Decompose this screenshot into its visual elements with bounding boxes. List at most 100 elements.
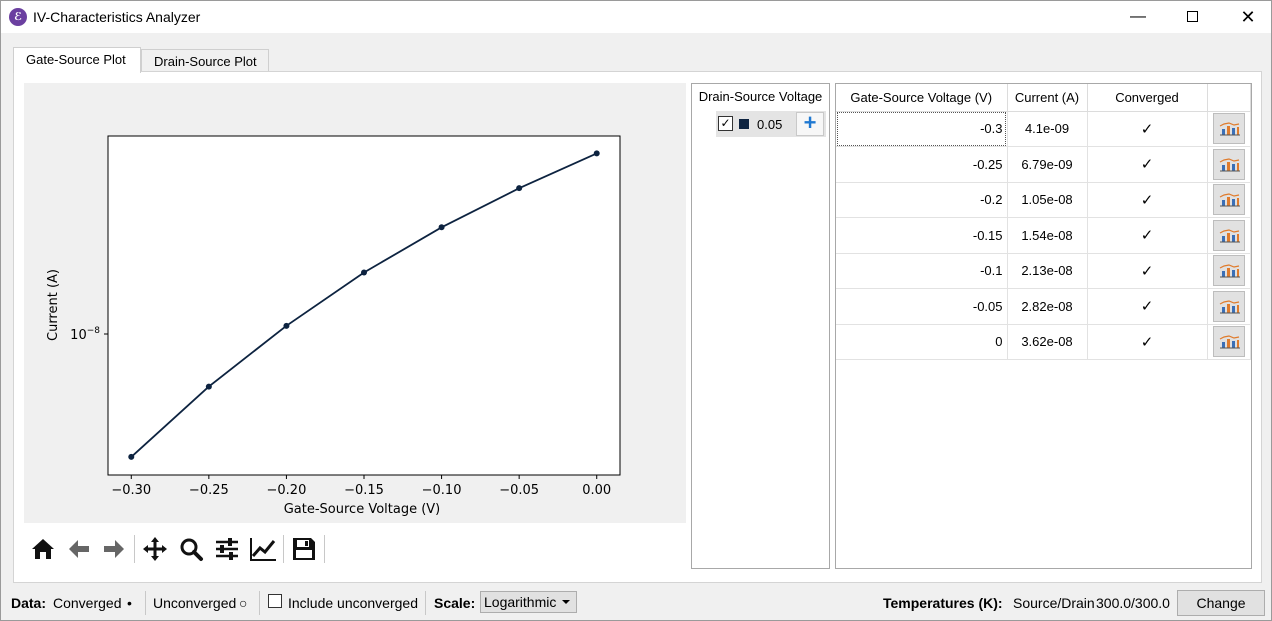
column-header-actions xyxy=(1207,84,1251,112)
data-table-panel: Gate-Source Voltage (V) Current (A) Conv… xyxy=(835,83,1252,569)
view-band-diagram-button[interactable] xyxy=(1212,326,1245,358)
cell-converged[interactable]: ✓ xyxy=(1087,182,1208,218)
column-header-gate-source-voltage[interactable]: Gate-Source Voltage (V) xyxy=(836,84,1008,112)
y-tick-exp: −8 xyxy=(87,326,101,336)
cell-gate-source-voltage[interactable]: -0.3 xyxy=(836,111,1008,147)
cell-current[interactable]: 4.1e-09 xyxy=(1007,111,1088,147)
cell-current[interactable]: 2.82e-08 xyxy=(1007,288,1088,325)
cell-gate-source-voltage[interactable]: -0.05 xyxy=(836,288,1008,325)
plot-toolbar xyxy=(24,523,686,569)
x-tick-label: −0.05 xyxy=(499,483,539,498)
data-label: Data: xyxy=(11,595,47,611)
back-button[interactable] xyxy=(64,534,94,564)
cell-gate-source-voltage[interactable]: -0.2 xyxy=(836,182,1008,218)
data-point xyxy=(593,150,600,157)
drain-source-item[interactable]: ✓ 0.05 + xyxy=(716,111,826,137)
table-row[interactable]: -0.15 1.54e-08 ✓ xyxy=(836,217,1251,254)
configure-subplots-button[interactable] xyxy=(212,534,242,564)
data-table: Gate-Source Voltage (V) Current (A) Conv… xyxy=(836,84,1251,360)
column-header-current[interactable]: Current (A) xyxy=(1007,84,1088,112)
view-band-diagram-button[interactable] xyxy=(1212,255,1245,287)
configure-subplots-icon xyxy=(216,538,238,560)
table-row[interactable]: 0 3.62e-08 ✓ xyxy=(836,324,1251,360)
cell-current[interactable]: 1.05e-08 xyxy=(1007,182,1088,218)
app-logo-icon: ℰ xyxy=(9,8,27,26)
temperatures-label: Temperatures (K): xyxy=(883,595,1003,611)
tab-gate-source-plot[interactable]: Gate-Source Plot xyxy=(13,47,141,73)
home-button[interactable] xyxy=(28,534,58,564)
cell-gate-source-voltage[interactable]: -0.1 xyxy=(836,253,1008,289)
y-axis-label: Current (A) xyxy=(46,269,61,341)
minimize-button[interactable]: — xyxy=(1115,1,1161,33)
drain-source-value: 0.05 xyxy=(757,117,783,132)
cell-converged[interactable]: ✓ xyxy=(1087,324,1208,360)
forward-button[interactable] xyxy=(99,534,129,564)
view-band-diagram-button[interactable] xyxy=(1212,113,1245,145)
close-button[interactable]: ✕ xyxy=(1225,1,1271,33)
cell-gate-source-voltage[interactable]: -0.25 xyxy=(836,146,1008,183)
drain-source-header: Drain-Source Voltage xyxy=(698,89,823,104)
include-unconverged-label[interactable]: Include unconverged xyxy=(288,595,418,611)
view-band-diagram-button[interactable] xyxy=(1212,219,1245,251)
plus-icon: + xyxy=(803,110,817,135)
tab-drain-source-plot[interactable]: Drain-Source Plot xyxy=(141,49,269,71)
cell-current[interactable]: 6.79e-09 xyxy=(1007,146,1088,183)
scale-select[interactable]: Logarithmic xyxy=(480,591,577,613)
status-separator xyxy=(425,591,426,615)
cell-gate-source-voltage[interactable]: -0.15 xyxy=(836,217,1008,254)
cell-converged[interactable]: ✓ xyxy=(1087,288,1208,325)
band-chart-icon xyxy=(1219,300,1240,314)
view-band-diagram-button[interactable] xyxy=(1212,184,1245,216)
data-point xyxy=(128,453,135,460)
zoom-button[interactable] xyxy=(176,534,206,564)
pan-button[interactable] xyxy=(140,534,170,564)
maximize-icon xyxy=(1186,11,1198,23)
cell-converged[interactable]: ✓ xyxy=(1087,217,1208,254)
column-header-converged[interactable]: Converged xyxy=(1087,84,1208,112)
table-row[interactable]: -0.1 2.13e-08 ✓ xyxy=(836,253,1251,289)
back-arrow-icon xyxy=(69,540,89,558)
include-unconverged-checkbox[interactable] xyxy=(268,594,282,608)
cell-action xyxy=(1207,253,1251,289)
chevron-down-icon xyxy=(562,600,570,604)
save-figure-button[interactable] xyxy=(289,534,319,564)
home-icon xyxy=(32,539,54,559)
app-window: ℰ IV-Characteristics Analyzer — ✕ Gate-S… xyxy=(0,0,1272,621)
cell-current[interactable]: 1.54e-08 xyxy=(1007,217,1088,254)
x-ticks: −0.30 −0.25 −0.20 −0.15 −0.10 −0.05 0.00 xyxy=(111,475,611,498)
add-drain-source-button[interactable]: + xyxy=(796,112,824,136)
table-row[interactable]: -0.05 2.82e-08 ✓ xyxy=(836,288,1251,325)
change-temperature-button[interactable]: Change xyxy=(1177,590,1265,616)
table-body: -0.3 4.1e-09 ✓ -0.25 6.79e-09 ✓ -0.2 1.05e-08 ✓ -… xyxy=(836,111,1251,360)
y-tick-label: 10−8 xyxy=(70,326,100,343)
cell-action xyxy=(1207,146,1251,183)
cell-action xyxy=(1207,288,1251,325)
table-row[interactable]: -0.25 6.79e-09 ✓ xyxy=(836,146,1251,183)
data-point xyxy=(438,224,445,231)
scale-select-value: Logarithmic xyxy=(484,594,557,610)
cell-converged[interactable]: ✓ xyxy=(1087,111,1208,147)
table-row[interactable]: -0.3 4.1e-09 ✓ xyxy=(836,111,1251,147)
toolbar-separator xyxy=(134,535,135,563)
toolbar-separator xyxy=(324,535,325,563)
table-row[interactable]: -0.2 1.05e-08 ✓ xyxy=(836,182,1251,218)
view-band-diagram-button[interactable] xyxy=(1212,290,1245,322)
cell-action xyxy=(1207,217,1251,254)
iv-chart[interactable]: −0.30 −0.25 −0.20 −0.15 −0.10 −0.05 0.00 10−8 … xyxy=(24,83,686,523)
drain-source-checkbox[interactable]: ✓ xyxy=(718,116,733,131)
temperatures-value: 300.0/300.0 xyxy=(1096,595,1170,611)
converged-marker-icon: • xyxy=(127,595,132,611)
plot-area[interactable]: −0.30 −0.25 −0.20 −0.15 −0.10 −0.05 0.00 10−8 … xyxy=(24,83,686,523)
view-band-diagram-button[interactable] xyxy=(1212,148,1245,180)
status-bar: Data: Converged • Unconverged ○ Include … xyxy=(1,589,1271,619)
cell-converged[interactable]: ✓ xyxy=(1087,146,1208,183)
title-bar: ℰ IV-Characteristics Analyzer — ✕ xyxy=(1,1,1271,33)
cell-current[interactable]: 3.62e-08 xyxy=(1007,324,1088,360)
data-point xyxy=(361,269,367,276)
edit-axis-button[interactable] xyxy=(248,534,278,564)
cell-gate-source-voltage[interactable]: 0 xyxy=(836,324,1008,360)
plot-frame xyxy=(107,135,621,476)
cell-current[interactable]: 2.13e-08 xyxy=(1007,253,1088,289)
maximize-button[interactable] xyxy=(1169,1,1215,33)
cell-converged[interactable]: ✓ xyxy=(1087,253,1208,289)
